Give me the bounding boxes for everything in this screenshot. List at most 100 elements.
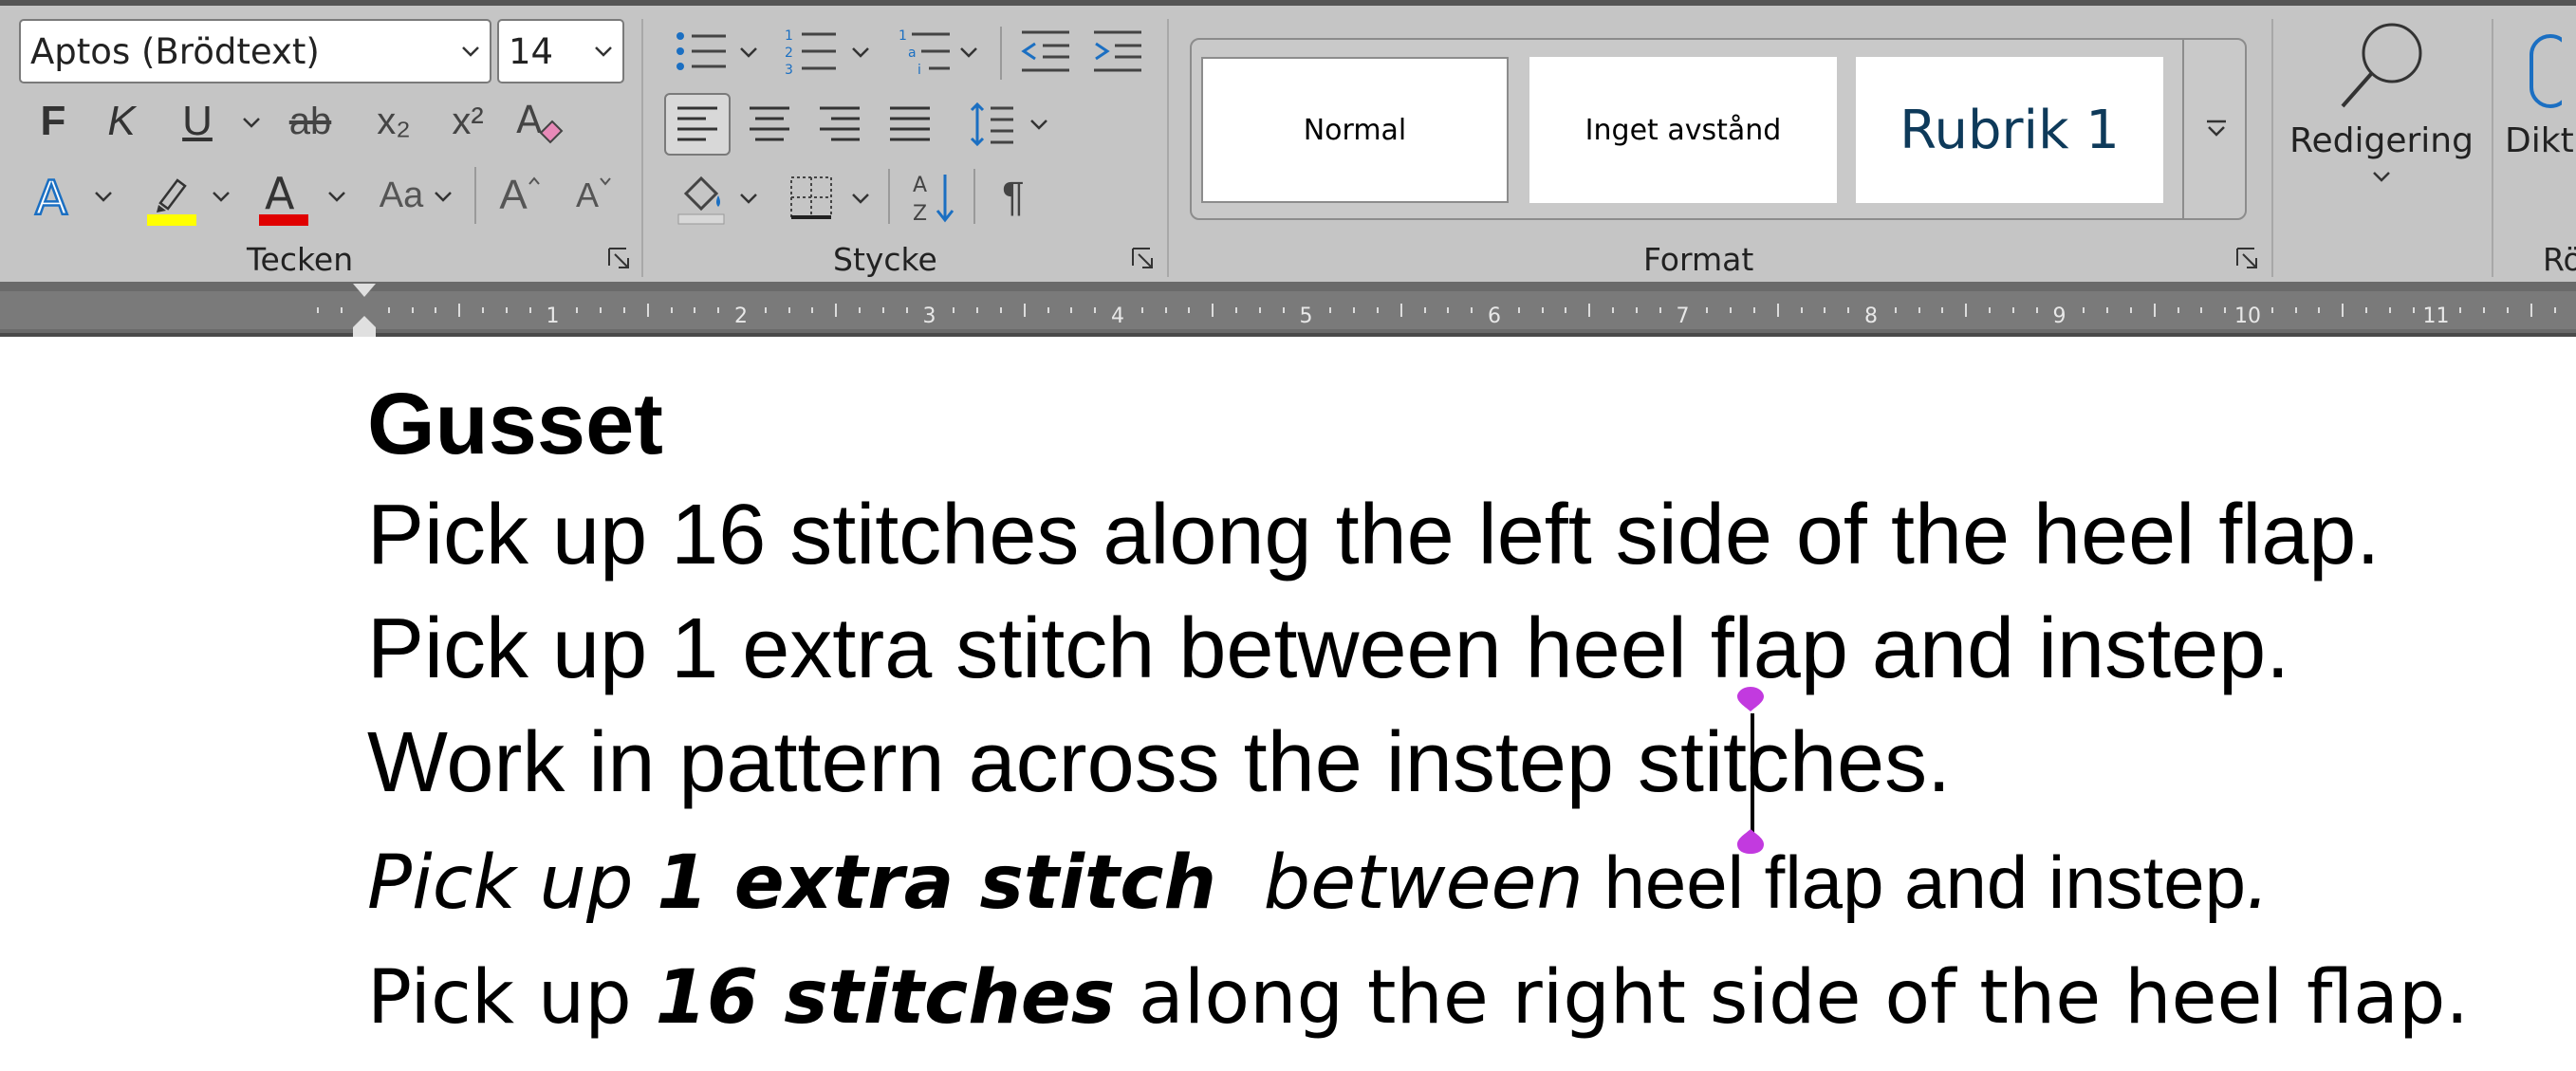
ruler-tick (1235, 307, 1238, 313)
decrease-indent-icon (1021, 30, 1069, 72)
text-effects-chevron-icon[interactable] (93, 190, 114, 203)
ruler-tick (1541, 307, 1544, 313)
ruler-tick (458, 304, 461, 317)
numbering-button[interactable]: 1 2 3 (778, 23, 844, 80)
bold-icon: F (40, 98, 66, 144)
strikethrough-button[interactable]: ab (281, 93, 340, 150)
text-run: Pick up (367, 840, 658, 926)
line-spacing-button[interactable] (960, 93, 1023, 156)
grow-font-button[interactable]: A (491, 165, 548, 226)
justify-icon (890, 106, 930, 141)
selection-handle-bottom-icon[interactable] (1734, 825, 1767, 858)
paragraph-line-3[interactable]: Work in pattern across the instep stitch… (367, 714, 1951, 812)
svg-text:A: A (265, 168, 295, 219)
horizontal-ruler[interactable]: 1 2 3 4 5 6 7 8 9 10 11 (0, 282, 2576, 337)
dictate-button[interactable]: Dikt (2505, 19, 2576, 237)
ruler-tick (1188, 307, 1191, 313)
ruler-tick (2412, 307, 2415, 313)
numbering-chevron-icon[interactable] (850, 46, 871, 59)
dialog-launcher-icon[interactable] (1131, 247, 1156, 271)
selection-handle-top-icon[interactable] (1734, 683, 1767, 715)
show-formatting-marks-button[interactable]: ¶ (983, 165, 1044, 230)
ruler-tick (2365, 307, 2368, 313)
style-normal-label: Normal (1303, 113, 1407, 147)
align-center-button[interactable] (738, 93, 801, 156)
ruler-tick (1070, 307, 1073, 313)
shading-button[interactable] (668, 165, 734, 230)
style-no-spacing-tile[interactable]: Inget avstånd (1529, 57, 1837, 203)
style-normal-tile[interactable]: Normal (1201, 57, 1509, 203)
ruler-tick (1752, 307, 1755, 313)
svg-text:i: i (917, 63, 921, 76)
italic-button[interactable]: K (97, 93, 146, 150)
multilevel-list-button[interactable]: 1 a i (892, 23, 958, 80)
line-spacing-chevron-icon[interactable] (1029, 118, 1049, 131)
clear-formatting-button[interactable]: A (509, 93, 569, 150)
sort-button[interactable]: A Z (901, 165, 964, 230)
bullet-list-icon (676, 32, 726, 70)
change-case-icon: Aa (379, 175, 424, 215)
font-color-button[interactable]: A (254, 165, 313, 228)
align-left-button[interactable] (664, 93, 731, 156)
ruler-number: 8 (1864, 305, 1878, 328)
ruler-tick (1023, 304, 1026, 317)
borders-chevron-icon[interactable] (850, 192, 871, 205)
ruler-tick (1800, 307, 1803, 313)
ruler-tick (2294, 307, 2297, 313)
ruler-number: 11 (2422, 305, 2450, 328)
ruler-tick (1965, 304, 1968, 317)
text-effects-button[interactable]: A (28, 165, 82, 226)
bullets-chevron-icon[interactable] (738, 46, 759, 59)
ruler-band: 1 2 3 4 5 6 7 8 9 10 11 (0, 291, 2576, 329)
change-case-button[interactable]: Aa (370, 167, 433, 224)
dialog-launcher-icon[interactable] (2235, 247, 2260, 271)
highlight-chevron-icon[interactable] (211, 190, 232, 203)
paragraph-line-1[interactable]: Pick up 16 stitches along the left side … (367, 487, 2380, 584)
font-color-chevron-icon[interactable] (326, 190, 347, 203)
font-size-dropdown[interactable]: 14 (497, 19, 624, 83)
ruler-tick (2177, 307, 2179, 313)
justify-button[interactable] (879, 93, 941, 156)
dialog-launcher-icon[interactable] (607, 247, 632, 271)
numbered-list-icon: 1 2 3 (785, 28, 836, 76)
paragraph-line-4[interactable]: Pick up 1 extra stitch between heel flap… (367, 840, 2270, 926)
subscript-button[interactable]: x₂ (364, 93, 423, 150)
style-no-spacing-label: Inget avstånd (1585, 113, 1782, 147)
ruler-tick (811, 307, 814, 313)
underline-button[interactable]: U (173, 93, 222, 150)
editing-button[interactable]: Redigering (2287, 19, 2476, 218)
increase-indent-button[interactable] (1087, 23, 1148, 80)
ruler-tick (2083, 307, 2085, 313)
paragraph-line-2[interactable]: Pick up 1 extra stitch between heel flap… (367, 600, 2289, 698)
superscript-button[interactable]: x² (438, 93, 497, 150)
ruler-tick (1140, 307, 1143, 313)
highlight-color-button[interactable] (142, 165, 201, 228)
font-name-dropdown[interactable]: Aptos (Brödtext) (19, 19, 491, 83)
ruler-tick (1329, 307, 1332, 313)
change-case-chevron-icon[interactable] (433, 190, 454, 203)
ruler-tick (387, 307, 390, 313)
multilevel-chevron-icon[interactable] (958, 46, 979, 59)
shrink-font-button[interactable]: A (565, 165, 622, 226)
bullets-button[interactable] (668, 23, 734, 80)
text-run: heel flap and instep (1583, 840, 2247, 924)
borders-button[interactable] (778, 165, 844, 230)
styles-more-button[interactable] (2182, 40, 2249, 218)
ruler-tick (1517, 307, 1520, 313)
indent-marker-icon[interactable] (351, 282, 378, 337)
shading-chevron-icon[interactable] (738, 192, 759, 205)
ruler-number: 10 (2234, 305, 2261, 328)
ruler-tick (2553, 307, 2556, 313)
ruler-tick (2318, 307, 2321, 313)
ruler-tick (1047, 307, 1049, 313)
decrease-indent-button[interactable] (1015, 23, 1076, 80)
document-heading[interactable]: Gusset (367, 375, 663, 474)
group-separator (641, 19, 643, 277)
align-left-icon (677, 106, 717, 141)
ruler-tick (2388, 307, 2391, 313)
align-right-button[interactable] (808, 93, 871, 156)
style-heading1-tile[interactable]: Rubrik 1 (1856, 57, 2163, 203)
underline-options-chevron-icon[interactable] (241, 116, 262, 129)
bold-button[interactable]: F (28, 93, 78, 150)
paragraph-line-5[interactable]: Pick up 16 stitches along the right side… (367, 955, 2469, 1041)
